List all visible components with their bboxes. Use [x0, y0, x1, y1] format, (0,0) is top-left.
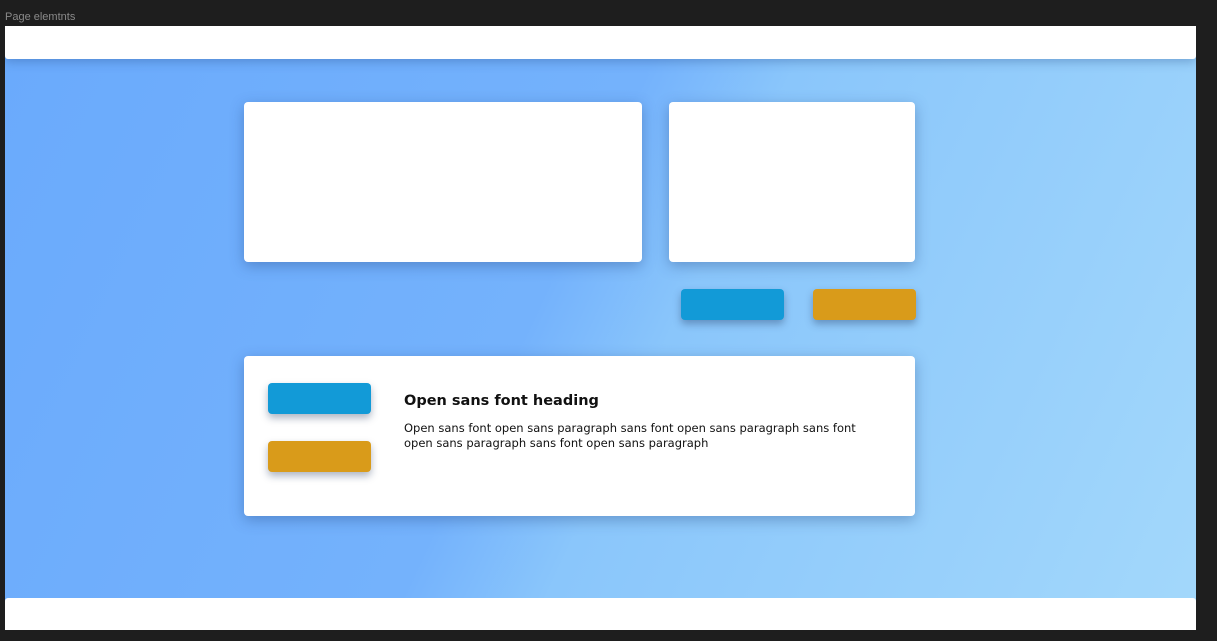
secondary-button[interactable]: [813, 289, 916, 320]
primary-button[interactable]: [681, 289, 784, 320]
content-paragraph: Open sans font open sans paragraph sans …: [404, 421, 856, 450]
footer-bar: [5, 598, 1196, 630]
header-bar: [5, 26, 1196, 59]
small-card: [669, 102, 915, 262]
content-heading: Open sans font heading: [404, 393, 599, 409]
large-card: [244, 102, 642, 262]
frame-label[interactable]: Page elemtnts: [5, 11, 75, 23]
content-card: Open sans font heading Open sans font op…: [244, 356, 915, 516]
card-secondary-button[interactable]: [268, 441, 371, 472]
card-primary-button[interactable]: [268, 383, 371, 414]
page-frame: Open sans font heading Open sans font op…: [5, 26, 1196, 630]
